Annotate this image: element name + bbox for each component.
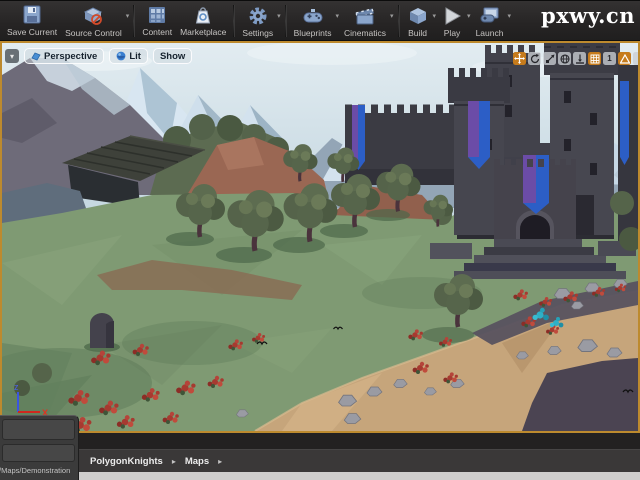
show-flags-button[interactable]: Show <box>153 48 192 64</box>
settings-button[interactable]: Settings <box>238 3 277 39</box>
build-label: Build <box>408 28 427 38</box>
toolbar-separator <box>398 5 400 37</box>
marketplace-bag-icon <box>192 4 214 26</box>
content-grid-icon <box>146 4 168 26</box>
save-current-label: Save Current <box>7 27 57 37</box>
lit-sphere-icon <box>116 51 126 61</box>
content-label: Content <box>142 27 172 37</box>
watermark: pxwy.cn <box>541 3 635 28</box>
surface-snap-button[interactable] <box>573 52 586 65</box>
asset-path-text: /Maps/Demonstration <box>0 466 75 475</box>
play-dropdown-caret[interactable]: ▾ <box>467 12 471 20</box>
settings-label: Settings <box>242 28 273 38</box>
content-browser-body <box>0 472 640 480</box>
breadcrumb-polygonknights[interactable]: PolygonKnights <box>90 456 163 467</box>
scale-tool-button[interactable] <box>543 52 556 65</box>
content-button[interactable]: Content <box>138 2 176 40</box>
grid-icon <box>590 54 600 64</box>
toolbar-separator <box>133 5 135 37</box>
build-button[interactable]: Build <box>403 3 433 39</box>
lit-mode-button[interactable]: Lit <box>109 48 148 64</box>
breadcrumb-maps[interactable]: Maps <box>185 456 209 467</box>
save-current-button[interactable]: Save Current <box>3 2 61 40</box>
source-control-icon <box>82 5 104 27</box>
cinematics-button[interactable]: Cinematics <box>340 3 390 39</box>
surface-snap-icon <box>575 54 585 64</box>
scale-icon <box>545 54 555 64</box>
source-control-label: Source Control <box>65 28 122 38</box>
angle-triangle-icon <box>620 54 630 64</box>
grid-snap-button[interactable] <box>588 52 601 65</box>
toolbar-separator <box>233 5 235 37</box>
launch-icon <box>479 5 501 27</box>
level-viewport[interactable]: z X ▾ Perspective Lit Show <box>0 41 640 433</box>
blueprints-label: Blueprints <box>294 28 332 38</box>
source-control-dropdown-caret[interactable]: ▾ <box>126 12 130 20</box>
cinematics-label: Cinematics <box>344 28 386 38</box>
tooltip-info-area <box>2 444 75 462</box>
perspective-icon <box>31 52 41 61</box>
rotation-snap-button[interactable] <box>618 52 631 65</box>
dock-bar <box>0 433 640 449</box>
axis-z-label: z <box>14 382 19 392</box>
launch-button[interactable]: Launch <box>472 3 508 39</box>
globe-icon <box>560 54 570 64</box>
scale-snap-button[interactable] <box>633 52 638 65</box>
build-cube-icon <box>407 5 429 27</box>
play-button[interactable]: Play <box>437 3 467 39</box>
move-icon <box>514 53 525 64</box>
perspective-label: Perspective <box>44 51 97 62</box>
content-browser-breadcrumb-bar: PolygonKnights ▸ Maps ▸ <box>0 449 640 472</box>
chevron-down-icon: ▾ <box>10 52 14 61</box>
breadcrumb-arrow-icon[interactable]: ▸ <box>218 457 222 466</box>
marketplace-label: Marketplace <box>180 27 226 37</box>
source-control-button[interactable]: Source Control <box>61 3 126 39</box>
marketplace-button[interactable]: Marketplace <box>176 2 230 40</box>
viewport-options-button[interactable]: ▾ <box>5 49 19 63</box>
grid-size-value: 1 <box>607 54 611 63</box>
main-toolbar: Save Current Source Control ▾ Content Ma… <box>0 0 640 41</box>
translate-tool-button[interactable] <box>513 52 526 65</box>
show-label: Show <box>160 51 185 62</box>
breadcrumb-arrow-icon[interactable]: ▸ <box>172 457 176 466</box>
rotate-icon <box>530 54 540 64</box>
floppy-disk-icon <box>21 4 43 26</box>
blueprints-gamepad-icon <box>302 5 324 27</box>
grid-snap-size-button[interactable]: 1 <box>603 52 616 65</box>
viewport-scene: z X <box>2 43 638 431</box>
settings-dropdown-caret[interactable]: ▾ <box>277 12 281 20</box>
cinematics-clapper-icon <box>354 5 376 27</box>
rotate-tool-button[interactable] <box>528 52 541 65</box>
tooltip-thumbnail-area <box>2 419 75 440</box>
unreal-editor-window: Save Current Source Control ▾ Content Ma… <box>0 0 640 480</box>
lit-label: Lit <box>129 51 141 62</box>
blueprints-button[interactable]: Blueprints <box>290 3 336 39</box>
viewport-snap-toolbar: 1 <box>513 52 638 65</box>
build-dropdown-caret[interactable]: ▾ <box>433 12 437 20</box>
cinematics-dropdown-caret[interactable]: ▾ <box>390 12 394 20</box>
play-label: Play <box>444 28 461 38</box>
asset-tooltip-popup: /Maps/Demonstration <box>0 415 79 480</box>
play-icon <box>441 5 463 27</box>
blueprints-dropdown-caret[interactable]: ▾ <box>335 12 339 20</box>
launch-dropdown-caret[interactable]: ▾ <box>507 12 511 20</box>
toolbar-separator <box>285 5 287 37</box>
settings-gear-icon <box>247 5 269 27</box>
launch-label: Launch <box>476 28 504 38</box>
perspective-button[interactable]: Perspective <box>24 48 104 64</box>
world-coordinate-button[interactable] <box>558 52 571 65</box>
